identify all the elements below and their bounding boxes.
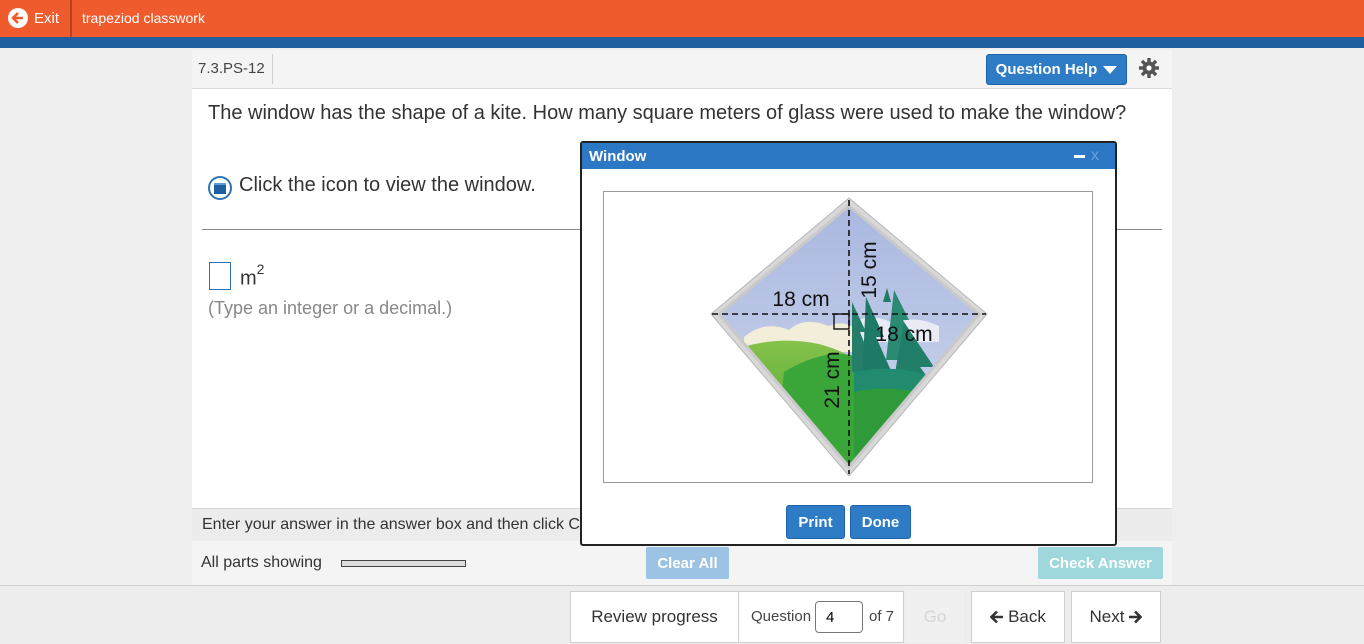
close-icon[interactable]: x [1091,147,1099,165]
kite-figure-frame: 18 cm 15 cm 18 cm 21 cm [603,191,1093,483]
assignment-title: trapeziod classwork [82,10,205,26]
exit-button[interactable]: Exit [8,7,59,29]
unit-base: m [240,267,257,290]
caret-down-icon [1103,65,1118,74]
top-bar: Exit trapeziod classwork [0,0,1364,37]
label-right-diagonal: 18 cm [875,323,932,346]
review-progress-button[interactable]: Review progress [570,591,739,643]
answer-unit: m2 [240,261,265,291]
label-top-diagonal: 15 cm [858,241,881,298]
unit-exponent: 2 [256,261,265,277]
label-bottom-diagonal: 21 cm [821,351,844,408]
top-stripe [0,37,1364,48]
next-button[interactable]: Next [1071,591,1161,643]
back-arrow-icon [990,610,1004,624]
back-label: Back [1008,607,1046,626]
label-left-diagonal: 18 cm [772,288,829,311]
question-total: of 7 [869,608,895,625]
question-text: The window has the shape of a kite. How … [208,102,1127,124]
kite-window-figure: 18 cm 15 cm 18 cm 21 cm [710,197,988,477]
parts-progress-bar [341,560,466,567]
status-row: All parts showing Clear All Check Answer [192,541,1172,585]
popup-title: Window [589,148,647,165]
window-icon[interactable] [208,176,232,200]
window-popup: Window x 18 cm 15 cm 18 cm 21 cm Print D… [580,141,1117,546]
question-help-button[interactable]: Question Help [986,54,1127,85]
bottom-nav: Review progress Question of 7 Go Back Ne… [0,585,1364,644]
question-header: 7.3.PS-12 Question Help [192,50,1172,89]
gear-icon[interactable] [1139,58,1159,83]
question-label: Question [751,608,812,625]
click-instruction: Click the icon to view the window. [239,174,536,196]
done-button[interactable]: Done [850,505,911,539]
parts-label: All parts showing [201,554,322,571]
question-id: 7.3.PS-12 [198,60,265,77]
exit-arrow-icon [8,8,28,28]
exit-label: Exit [34,9,60,27]
next-label: Next [1089,607,1125,626]
next-arrow-icon [1129,610,1143,624]
popup-title-bar[interactable]: Window x [582,143,1115,169]
question-help-label: Question Help [995,61,1098,78]
clear-all-button[interactable]: Clear All [646,547,729,579]
question-number-input[interactable] [815,601,863,633]
header-divider [272,54,273,84]
minimize-icon[interactable] [1074,155,1085,158]
go-button[interactable]: Go [906,591,964,643]
answer-hint: (Type an integer or a decimal.) [208,298,453,318]
question-jump: Question of 7 [738,591,904,643]
back-button[interactable]: Back [971,591,1065,643]
answer-input[interactable] [209,262,231,290]
print-button[interactable]: Print [786,505,845,539]
top-bar-divider [70,0,72,37]
check-answer-button[interactable]: Check Answer [1038,547,1163,579]
